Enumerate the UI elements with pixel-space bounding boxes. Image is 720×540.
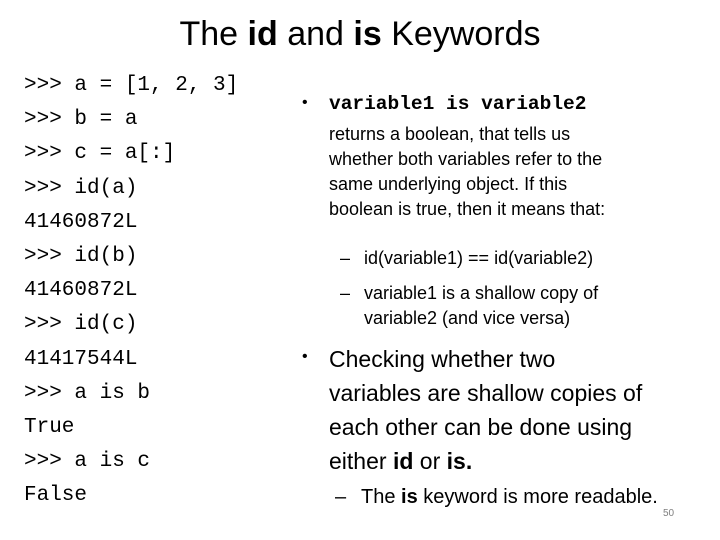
code-output: True	[24, 415, 75, 439]
sub-bullet-shallow-copy: – variable1 is a shallow copy of variable…	[340, 283, 599, 328]
title-keyword-is: is	[353, 15, 382, 53]
bullet-description: returns a boolean, that tells us whether…	[329, 124, 606, 219]
bullet-icon: •	[302, 94, 308, 111]
slide-title: The id and is Keywords	[179, 15, 541, 53]
code-line: >>> id(c)	[24, 313, 138, 337]
dash-icon: –	[340, 283, 351, 303]
sub-bullet-readability: – The is keyword is more readable.	[335, 486, 658, 508]
code-line: >>> id(b)	[24, 244, 138, 268]
code-line: >>> a is b	[24, 381, 151, 405]
code-line: >>> b = a	[24, 108, 138, 132]
code-line: >>> a is c	[24, 450, 151, 474]
bullet-code: variable1 is variable2	[329, 93, 587, 115]
dash-icon: –	[340, 248, 351, 268]
slide: The id and is Keywords >>> a = [1, 2, 3]…	[0, 0, 720, 540]
code-output: 41460872L	[24, 279, 138, 303]
page-number: 50	[663, 508, 675, 519]
bullet-icon: •	[302, 348, 308, 365]
code-line: >>> id(a)	[24, 176, 138, 200]
code-output: 41460872L	[24, 210, 138, 234]
dash-icon: –	[335, 486, 347, 508]
code-example: >>> a = [1, 2, 3] >>> b = a >>> c = a[:]…	[24, 69, 238, 513]
code-line: >>> a = [1, 2, 3]	[24, 74, 239, 97]
code-output: False	[24, 484, 88, 508]
code-output: 41417544L	[24, 347, 138, 371]
sub-bullet-id-equality: – id(variable1) == id(variable2)	[340, 246, 593, 271]
bullet-text: Checking whether two variables are shall…	[329, 346, 643, 474]
title-keyword-id: id	[247, 15, 278, 53]
code-line: >>> c = a[:]	[24, 142, 176, 166]
